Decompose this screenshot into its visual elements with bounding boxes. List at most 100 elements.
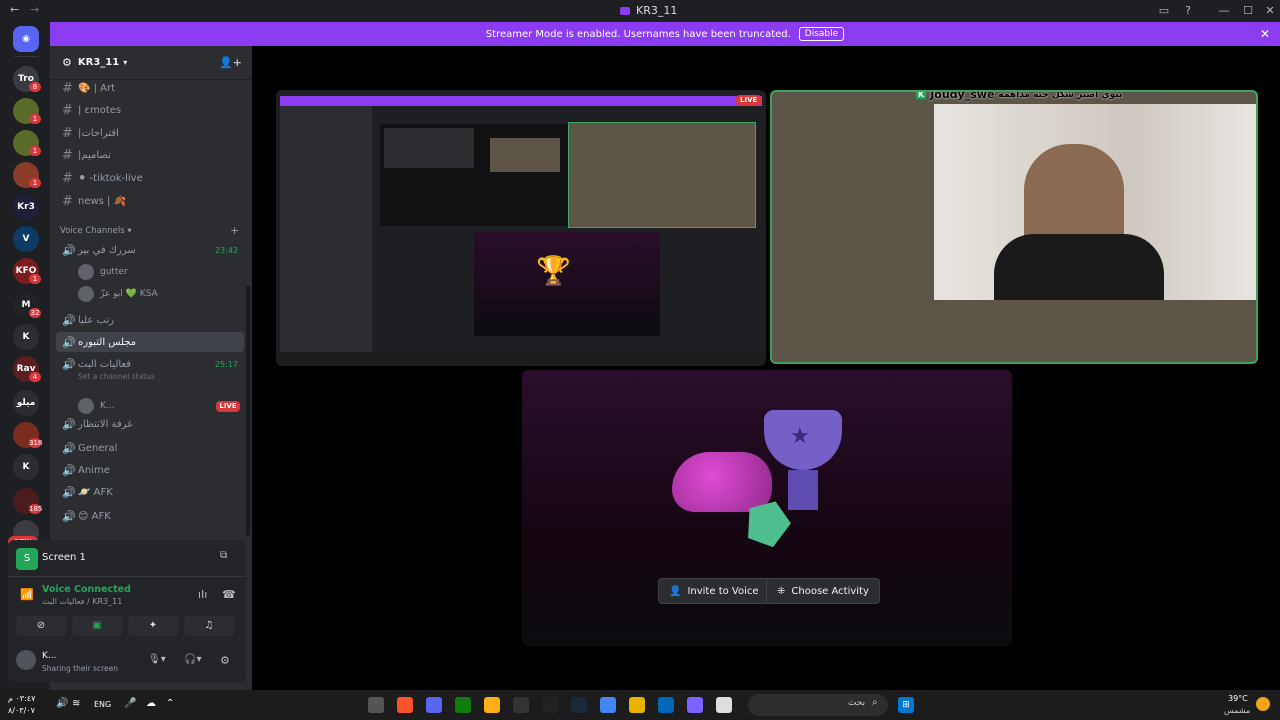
server-initials: K — [22, 462, 30, 472]
server-icon[interactable]: V — [13, 226, 39, 252]
speaker-icon: 🔊 — [62, 509, 76, 523]
user-name: gutter — [100, 267, 128, 277]
language-indicator[interactable]: ENG — [94, 700, 111, 709]
voice-channels-header[interactable]: Voice Channels ▾ — [60, 226, 132, 236]
text-channel[interactable]: # ⚫ -tiktok-live — [56, 168, 244, 188]
noise-suppression-icon[interactable]: ıIı — [198, 588, 207, 601]
server-icon[interactable]: ميلو — [13, 390, 39, 416]
voice-channel[interactable]: 🔊 General — [56, 438, 244, 458]
text-channel[interactable]: # |اقتراحات — [56, 123, 244, 143]
close-window-button[interactable]: ✕ — [1262, 3, 1278, 19]
star-icon: ★ — [790, 424, 810, 449]
screen-share-stream[interactable]: 🏆 LIVE — [276, 90, 766, 366]
voice-channel[interactable]: 🔊 سررك في بير 23:42 — [56, 240, 244, 260]
text-channel[interactable]: # |تصاميم — [56, 146, 244, 166]
voice-channel[interactable]: 🔊 رتب عليا — [56, 310, 244, 330]
volume-icon[interactable]: 🔊 — [56, 698, 68, 709]
copilot-icon[interactable] — [687, 697, 703, 713]
channel-name: Anime — [78, 464, 110, 476]
voice-user[interactable]: K... — [78, 396, 114, 416]
text-channel[interactable]: # | ɛmotes — [56, 101, 244, 121]
shell-icon — [672, 452, 772, 512]
live-badge: LIVE — [736, 95, 762, 105]
server-icon[interactable]: K — [13, 324, 39, 350]
text-channel[interactable]: # 🎨 | Art — [56, 78, 244, 98]
back-arrow-icon[interactable]: ← — [10, 3, 19, 16]
disable-button[interactable]: Disable — [798, 27, 845, 41]
chrome-icon[interactable] — [600, 697, 616, 713]
add-channel-icon[interactable]: + — [230, 224, 239, 237]
settings-gear-icon[interactable]: ⚙ — [220, 654, 230, 667]
camera-off-button[interactable]: ⊘ — [16, 616, 66, 636]
voice-channel[interactable]: 🔊 مجلس التبوره — [56, 332, 244, 352]
rockstar-icon[interactable] — [484, 697, 500, 713]
text-channel[interactable]: # news | 🍂 — [56, 191, 244, 211]
steam-icon[interactable] — [571, 697, 587, 713]
invite-to-voice-button[interactable]: 👤 Invite to Voice — [658, 578, 770, 604]
mic-tray-icon[interactable]: 🎤 — [124, 698, 136, 709]
sidebar-scrollbar[interactable] — [246, 286, 250, 536]
live-badge: LIVE — [216, 401, 240, 412]
sun-icon[interactable] — [1256, 697, 1270, 711]
headphones-icon[interactable]: 🎧▾ — [184, 654, 201, 665]
taskbar-search[interactable]: بحث ⌕ — [748, 694, 888, 716]
server-header[interactable]: ⚙ KR3_11 ▾ 👤+ — [50, 46, 252, 80]
inbox-icon[interactable]: ▭ — [1156, 3, 1172, 19]
search-placeholder: بحث — [848, 698, 866, 708]
voice-channel[interactable]: 🔊 🪐 AFK — [56, 482, 244, 502]
discord-home-icon[interactable]: ◉ — [13, 26, 39, 52]
avatar[interactable] — [16, 650, 36, 670]
add-member-icon[interactable]: 👤+ — [219, 56, 242, 69]
disconnect-icon[interactable]: ☎ — [222, 588, 236, 601]
maximize-button[interactable]: ☐ — [1240, 3, 1256, 19]
clock-time[interactable]: ٠٣:٤٧ م — [8, 694, 35, 703]
brave-icon[interactable] — [397, 697, 413, 713]
voice-connected-label[interactable]: Voice Connected — [42, 584, 131, 595]
server-initials: ميلو — [16, 398, 36, 408]
wifi-icon[interactable]: ≋ — [72, 698, 80, 709]
store-icon[interactable] — [658, 697, 674, 713]
channel-name: 🪐 AFK — [78, 486, 113, 498]
microphone-icon[interactable]: 🎙▾ — [148, 654, 166, 665]
channel-name: رتب عليا — [78, 314, 114, 326]
window-titlebar: ← → KR3_11 ▭ ? — ☐ ✕ — [0, 0, 1280, 22]
media-player-icon[interactable] — [368, 697, 384, 713]
voice-channel[interactable]: 🔊 😊 AFK — [56, 506, 244, 526]
channel-name: news | 🍂 — [78, 195, 127, 207]
voice-user[interactable]: ابو عزّ 💚 KSA — [78, 284, 158, 304]
popout-icon[interactable]: ⧉ — [220, 550, 227, 561]
voice-channel[interactable]: 🔊 فعاليات البث 25:17 — [56, 354, 244, 374]
clock-date[interactable]: ٨/٠٣/٠٧ — [8, 706, 35, 715]
weather-temp[interactable]: 39°C — [1228, 694, 1248, 703]
voice-channel[interactable]: 🔊 Anime — [56, 460, 244, 480]
camera-video — [934, 104, 1256, 300]
windows-start-icon[interactable]: ⊞ — [898, 697, 914, 713]
close-banner-icon[interactable]: ✕ — [1260, 27, 1270, 41]
server-initials: M — [21, 300, 31, 310]
minimize-button[interactable]: — — [1216, 3, 1232, 19]
voice-channel-path[interactable]: فعاليات البث / KR3_11 — [42, 597, 122, 606]
help-icon[interactable]: ? — [1180, 3, 1196, 19]
server-icon[interactable]: Kr3 — [13, 194, 39, 220]
choose-activity-button[interactable]: ⁜ Choose Activity — [766, 578, 880, 604]
soundboard-button[interactable]: ♫ — [184, 616, 234, 636]
folder-icon[interactable] — [629, 697, 645, 713]
forward-arrow-icon[interactable]: → — [30, 3, 39, 16]
speaker-icon: 🔊 — [62, 485, 76, 499]
activities-button[interactable]: ✦ — [128, 616, 178, 636]
epic-icon[interactable] — [542, 697, 558, 713]
server-icon[interactable]: K — [13, 454, 39, 480]
channel-status-prompt[interactable]: Set a channel status — [78, 372, 155, 381]
cloud-tray-icon[interactable]: ☁ — [146, 698, 156, 709]
app-icon[interactable] — [513, 697, 529, 713]
trophy-icon: 🏆 — [536, 254, 571, 287]
camera-tile[interactable]: K Joudy_swe بيوي اصير شكل جته مداهمه — [770, 90, 1258, 364]
stop-share-button[interactable]: ▣ — [72, 616, 122, 636]
voice-user[interactable]: gutter — [78, 262, 128, 282]
notepad-icon[interactable] — [716, 697, 732, 713]
discord-icon[interactable] — [426, 697, 442, 713]
xbox-icon[interactable] — [455, 697, 471, 713]
chevron-up-icon[interactable]: ⌃ — [166, 698, 174, 709]
weather-label[interactable]: مشمس — [1224, 706, 1250, 715]
voice-channel[interactable]: 🔊 غرفة الانتظار — [56, 414, 244, 434]
